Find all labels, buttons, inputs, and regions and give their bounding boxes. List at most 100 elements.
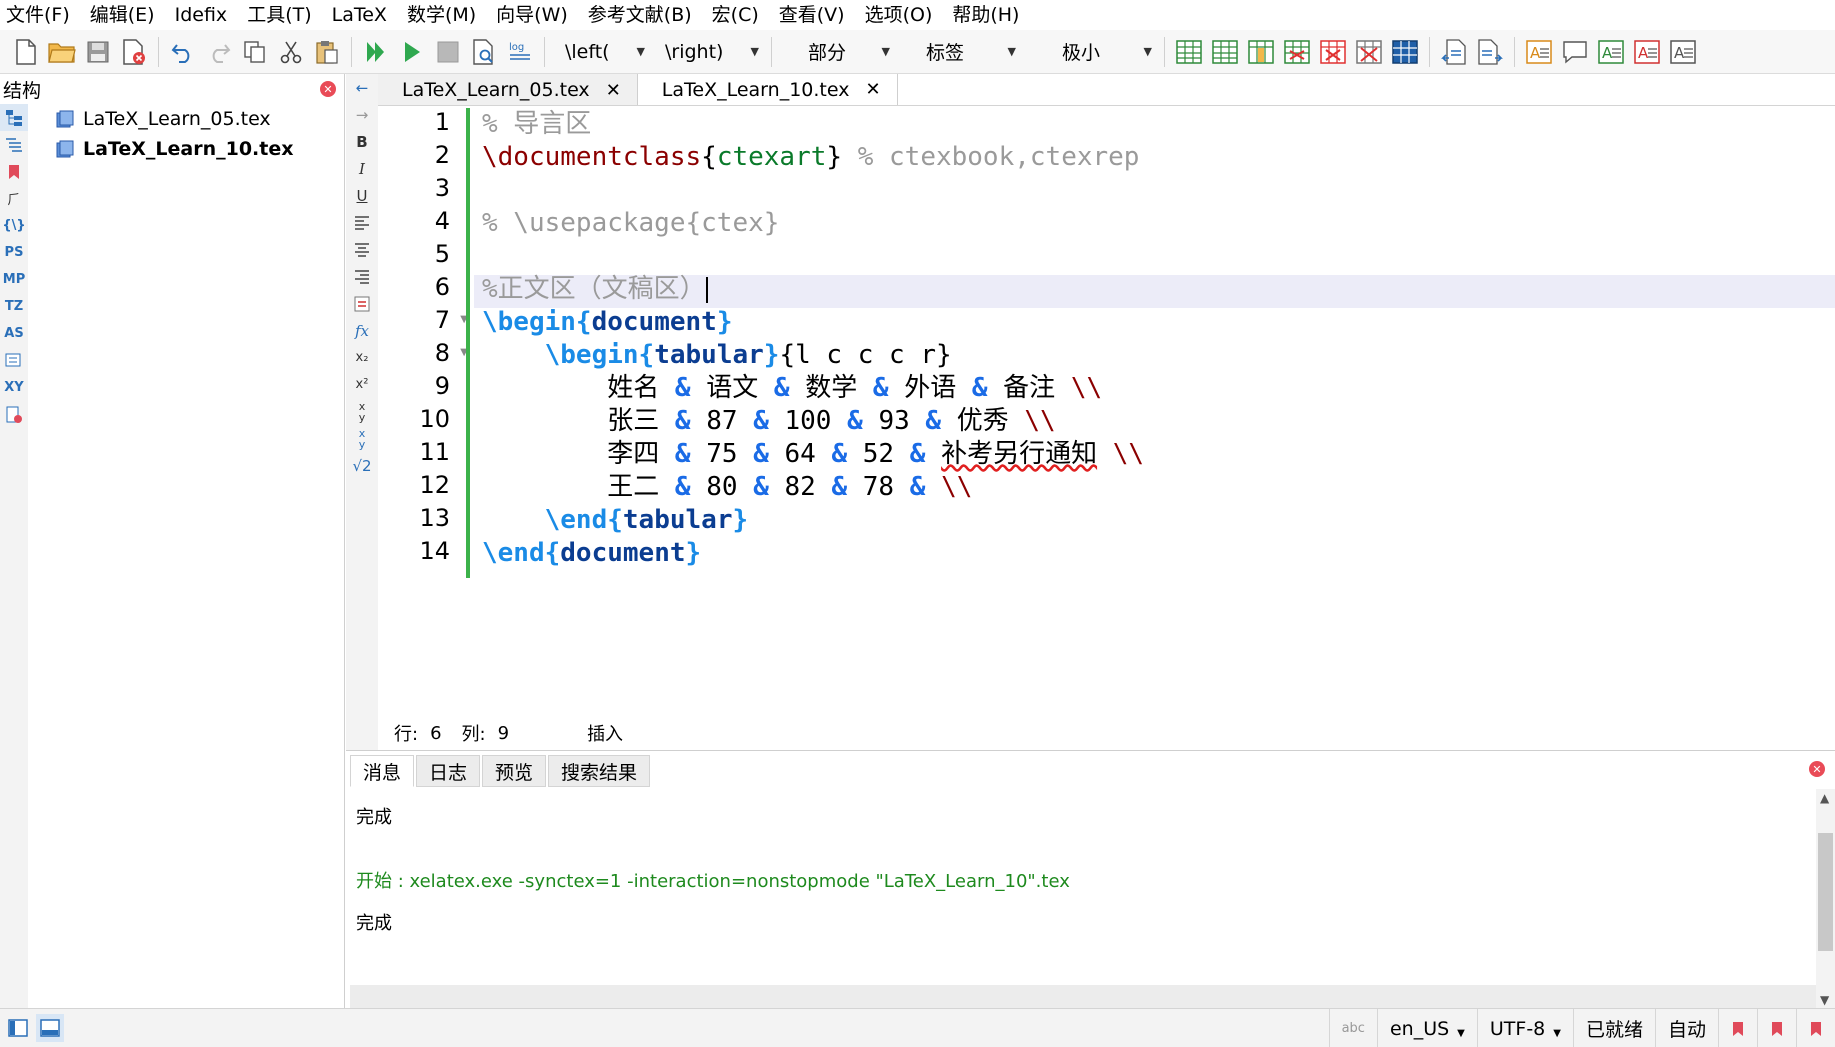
underline-icon[interactable]: U bbox=[346, 182, 378, 209]
tikz-icon[interactable]: TZ bbox=[0, 293, 28, 320]
close-icon[interactable]: ✕ bbox=[1809, 761, 1825, 777]
text-red-icon[interactable]: A bbox=[1629, 34, 1665, 70]
menu-math[interactable]: 数学(M) bbox=[397, 0, 486, 30]
table-style-icon[interactable] bbox=[1387, 34, 1423, 70]
asymptote-icon[interactable]: AS bbox=[0, 320, 28, 347]
symbols-icon[interactable]: ⺁ bbox=[0, 185, 28, 212]
metapost-icon[interactable]: MP bbox=[0, 266, 28, 293]
sync-left-icon[interactable] bbox=[1436, 34, 1472, 70]
build-view-icon[interactable] bbox=[358, 34, 394, 70]
close-icon[interactable]: ✕ bbox=[865, 79, 880, 100]
paste-icon[interactable] bbox=[309, 34, 345, 70]
remove-row-icon[interactable] bbox=[1279, 34, 1315, 70]
chevron-down-icon: ▼ bbox=[1007, 45, 1016, 58]
tab-search-results[interactable]: 搜索结果 bbox=[548, 755, 651, 787]
redo-icon[interactable] bbox=[201, 34, 237, 70]
bold-icon[interactable]: B bbox=[346, 128, 378, 155]
add-column-icon[interactable] bbox=[1243, 34, 1279, 70]
open-folder-icon[interactable] bbox=[44, 34, 80, 70]
menu-tools[interactable]: 工具(T) bbox=[237, 0, 321, 30]
structure-view-icon[interactable] bbox=[0, 104, 28, 131]
label-select[interactable]: 标签 ▼ bbox=[896, 36, 1022, 68]
xymatrix-icon[interactable]: XY bbox=[0, 374, 28, 401]
new-file-icon[interactable] bbox=[8, 34, 44, 70]
view-log-icon[interactable]: log bbox=[502, 34, 538, 70]
bookmark-icon[interactable] bbox=[0, 158, 28, 185]
toggle-structure-icon[interactable] bbox=[4, 1014, 32, 1042]
arrow-right-icon[interactable]: → bbox=[346, 101, 378, 128]
tab-log[interactable]: 日志 bbox=[416, 755, 481, 787]
close-file-icon[interactable] bbox=[116, 34, 152, 70]
align-right-icon[interactable] bbox=[346, 263, 378, 290]
math-mode-icon[interactable]: fx bbox=[346, 317, 378, 344]
copy-icon[interactable] bbox=[237, 34, 273, 70]
menubar: 文件(F) 编辑(E) Idefix 工具(T) LaTeX 数学(M) 向导(… bbox=[0, 0, 1835, 30]
tab-preview[interactable]: 预览 bbox=[482, 755, 547, 787]
tab-learn-10[interactable]: LaTeX_Learn_10.tex ✕ bbox=[637, 74, 898, 106]
messages-scrollbar[interactable]: ▲ ▼ bbox=[1816, 789, 1835, 1009]
menu-latex[interactable]: LaTeX bbox=[322, 0, 397, 30]
user-menu-icon[interactable] bbox=[0, 347, 28, 374]
insert-mode[interactable]: 插入 bbox=[587, 720, 623, 746]
view-pdf-icon[interactable] bbox=[466, 34, 502, 70]
menu-idefix[interactable]: Idefix bbox=[165, 0, 238, 30]
tree-file-learn-10[interactable]: LaTeX_Learn_10.tex bbox=[56, 134, 294, 164]
menu-help[interactable]: 帮助(H) bbox=[942, 0, 1029, 30]
bookmark-icon[interactable] bbox=[1718, 1009, 1757, 1047]
sqrt-icon[interactable]: √2 bbox=[346, 452, 378, 479]
tab-messages[interactable]: 消息 bbox=[350, 755, 415, 787]
tab-learn-05[interactable]: LaTeX_Learn_05.tex ✕ bbox=[378, 74, 638, 106]
favorites-icon[interactable] bbox=[0, 401, 28, 428]
scroll-down-icon[interactable]: ▼ bbox=[1820, 993, 1829, 1007]
text-gray-icon[interactable]: A bbox=[1665, 34, 1701, 70]
italic-icon[interactable]: I bbox=[346, 155, 378, 182]
font-size-select[interactable]: 极小 ▼ bbox=[1022, 36, 1158, 68]
pstricks-icon[interactable]: PS bbox=[0, 239, 28, 266]
arrow-left-icon[interactable]: ← bbox=[346, 74, 378, 101]
add-row-icon[interactable] bbox=[1207, 34, 1243, 70]
scrollbar-thumb[interactable] bbox=[1818, 833, 1833, 951]
language-select[interactable]: en_US ▼ bbox=[1376, 1009, 1477, 1047]
encoding-select[interactable]: UTF-8 ▼ bbox=[1476, 1009, 1573, 1047]
text-box-icon[interactable]: A bbox=[1521, 34, 1557, 70]
undo-icon[interactable] bbox=[165, 34, 201, 70]
close-icon[interactable]: ✕ bbox=[320, 81, 336, 97]
align-left-icon[interactable] bbox=[346, 209, 378, 236]
remove-column-icon[interactable] bbox=[1315, 34, 1351, 70]
delete-table-icon[interactable] bbox=[1351, 34, 1387, 70]
bookmark-next-icon[interactable] bbox=[1796, 1009, 1835, 1047]
menu-view[interactable]: 查看(V) bbox=[769, 0, 855, 30]
dfrac-icon[interactable]: xy bbox=[346, 425, 378, 452]
new-line-icon[interactable] bbox=[346, 290, 378, 317]
spellcheck-icon[interactable]: abc bbox=[1328, 1009, 1377, 1047]
menu-wizard[interactable]: 向导(W) bbox=[486, 0, 578, 30]
align-center-icon[interactable] bbox=[346, 236, 378, 263]
tree-file-learn-05[interactable]: LaTeX_Learn_05.tex bbox=[56, 104, 294, 134]
menu-bibliography[interactable]: 参考文献(B) bbox=[578, 0, 702, 30]
table-icon[interactable] bbox=[1171, 34, 1207, 70]
sync-right-icon[interactable] bbox=[1472, 34, 1508, 70]
menu-options[interactable]: 选项(O) bbox=[855, 0, 943, 30]
menu-macros[interactable]: 宏(C) bbox=[702, 0, 769, 30]
left-delimiter-select[interactable]: \left( ▼ bbox=[551, 36, 651, 68]
compile-icon[interactable] bbox=[394, 34, 430, 70]
outline-icon[interactable] bbox=[0, 131, 28, 158]
right-delimiter-select[interactable]: \right) ▼ bbox=[651, 36, 765, 68]
comment-icon[interactable] bbox=[1557, 34, 1593, 70]
cut-icon[interactable] bbox=[273, 34, 309, 70]
close-icon[interactable]: ✕ bbox=[606, 80, 621, 101]
menu-edit[interactable]: 编辑(E) bbox=[80, 0, 165, 30]
menu-file[interactable]: 文件(F) bbox=[4, 0, 80, 30]
text-green-icon[interactable]: A bbox=[1593, 34, 1629, 70]
braces-icon[interactable]: {\} bbox=[0, 212, 28, 239]
auto-mode[interactable]: 自动 bbox=[1654, 1009, 1718, 1047]
scroll-up-icon[interactable]: ▲ bbox=[1820, 791, 1829, 805]
bookmark-prev-icon[interactable] bbox=[1757, 1009, 1796, 1047]
section-select[interactable]: 部分 ▼ bbox=[778, 36, 896, 68]
save-icon[interactable] bbox=[80, 34, 116, 70]
subscript-icon[interactable]: x₂ bbox=[346, 344, 378, 371]
superscript-icon[interactable]: x² bbox=[346, 371, 378, 398]
stop-icon[interactable] bbox=[430, 34, 466, 70]
fraction-icon[interactable]: xy bbox=[346, 398, 378, 425]
toggle-messages-icon[interactable] bbox=[36, 1014, 64, 1042]
